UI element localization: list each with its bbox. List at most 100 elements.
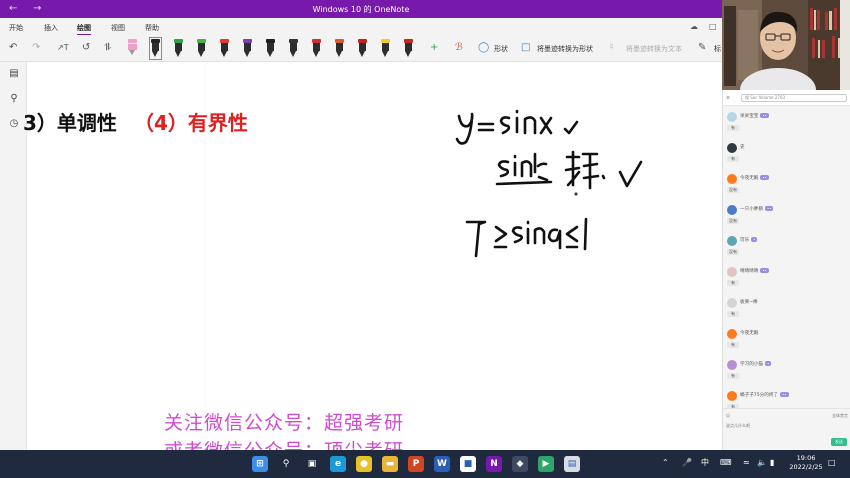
microphone-icon[interactable]: 🎤 bbox=[682, 457, 692, 469]
level-badge: •• bbox=[764, 206, 774, 211]
edge-icon[interactable]: e bbox=[330, 456, 346, 472]
chrome-icon[interactable]: ● bbox=[356, 456, 372, 472]
avatar[interactable] bbox=[727, 236, 737, 246]
search-icon[interactable]: ⚲ bbox=[8, 93, 20, 105]
screen: { "window": {"title": "Windows 10 的 OneN… bbox=[0, 0, 850, 478]
pen-swatch[interactable] bbox=[243, 39, 252, 58]
watermark-line-1: 关注微信公众号：超强考研 bbox=[164, 412, 405, 434]
app2-icon[interactable]: ▶ bbox=[538, 456, 554, 472]
lasso-icon[interactable]: ↺ bbox=[82, 42, 90, 54]
shapes-button[interactable]: 形状 bbox=[494, 44, 508, 54]
chat-message: 今夜无眠 •• 没有 bbox=[726, 172, 850, 193]
avatar[interactable] bbox=[727, 112, 737, 122]
send-button[interactable]: 发送 bbox=[831, 438, 847, 446]
pen-tip bbox=[152, 51, 158, 57]
pen-swatch[interactable] bbox=[128, 39, 137, 58]
tab-home[interactable]: 开始 bbox=[9, 23, 23, 33]
level-badge: •• bbox=[760, 113, 769, 118]
pen-body bbox=[175, 43, 182, 51]
avatar[interactable] bbox=[727, 391, 737, 401]
explorer-icon[interactable]: ▬ bbox=[382, 456, 398, 472]
pen-swatch[interactable] bbox=[381, 39, 390, 58]
avatar[interactable] bbox=[727, 205, 737, 215]
select-text-icon[interactable]: ↗T bbox=[57, 42, 69, 54]
ink-to-shape-button[interactable]: 将墨迹转换为形状 bbox=[537, 44, 593, 54]
notebooks-icon[interactable]: ▤ bbox=[8, 68, 20, 80]
chat-search-bar[interactable]: 搜 Soc Volume 2703 bbox=[741, 94, 847, 102]
shapes-icon[interactable]: ◯ bbox=[478, 42, 489, 54]
chat-message: 一只小胖鹅 •• 没有 bbox=[726, 203, 850, 224]
pen-swatch[interactable] bbox=[312, 39, 321, 58]
avatar[interactable] bbox=[727, 267, 737, 277]
tab-draw[interactable]: 绘图 bbox=[77, 23, 91, 35]
avatar[interactable] bbox=[727, 360, 737, 370]
chat-header: ☰ 搜 Soc Volume 2703 bbox=[723, 90, 850, 106]
tab-insert[interactable]: 插入 bbox=[44, 23, 58, 33]
pen-swatch[interactable] bbox=[174, 39, 183, 58]
ink-replay-icon[interactable]: ℬ bbox=[455, 42, 463, 54]
notification-icon[interactable]: □ bbox=[828, 457, 836, 469]
pen-tip bbox=[313, 51, 319, 57]
chevron-up-icon[interactable]: ⌃ bbox=[662, 457, 669, 469]
pen-body bbox=[244, 43, 251, 51]
chat-message-text: 有 bbox=[727, 373, 739, 379]
app3-icon[interactable]: ▤ bbox=[564, 456, 580, 472]
app-icon[interactable]: ◆ bbox=[512, 456, 528, 472]
chat-username: 晴晴晴晴 •• bbox=[740, 268, 769, 274]
chat-message-text: 没有 bbox=[727, 249, 739, 255]
ink-to-text-button[interactable]: 将墨迹转换为文本 bbox=[626, 44, 682, 54]
chat-input[interactable]: 说点儿什么吧 bbox=[726, 423, 750, 429]
note-canvas[interactable]: 3）单调性 （4）有界性 关注微信公众号：超强考研 bbox=[23, 62, 722, 462]
pen-swatch[interactable] bbox=[220, 39, 229, 58]
avatar[interactable] bbox=[727, 174, 737, 184]
ime-icon[interactable]: ⌨ bbox=[720, 457, 732, 469]
taskview-icon[interactable]: ▣ bbox=[304, 456, 320, 472]
tab-view[interactable]: 视图 bbox=[111, 23, 125, 33]
taskbar: ⊞ ⚲ ▣ e ● ▬ P W ■ N ◆ ▶ ▤ ⌃ 🎤 中 ⌨ ≈ 🔈 ▮ 19:06 2022/2… bbox=[0, 450, 850, 478]
start-icon[interactable]: ⊞ bbox=[252, 456, 268, 472]
redo-icon[interactable]: ↷ bbox=[32, 42, 40, 54]
wifi-icon[interactable]: ≈ bbox=[743, 457, 750, 469]
pen-swatch[interactable] bbox=[335, 39, 344, 58]
pen-swatch[interactable] bbox=[358, 39, 367, 58]
pen-tip bbox=[290, 51, 296, 57]
avatar[interactable] bbox=[727, 143, 737, 153]
powerpoint-icon[interactable]: P bbox=[408, 456, 424, 472]
chat-username: 可乐 • bbox=[740, 237, 758, 243]
whiteboard-icon[interactable]: ■ bbox=[460, 456, 476, 472]
pen-tip bbox=[221, 51, 227, 57]
pen-settings-icon[interactable]: □ bbox=[709, 22, 719, 32]
emoji-icon[interactable]: ☺ bbox=[726, 413, 730, 418]
volume-icon[interactable]: 🔈 bbox=[757, 457, 767, 469]
ink-to-shape-icon[interactable]: □ bbox=[521, 42, 530, 54]
avatar[interactable] bbox=[727, 298, 737, 308]
chat-footer: ☺ 全体禁言 说点儿什么吧 发送 bbox=[723, 408, 850, 450]
handwriting-ink bbox=[455, 109, 643, 258]
onenote-icon[interactable]: N bbox=[486, 456, 502, 472]
webcam-video bbox=[722, 0, 850, 90]
pen-swatch[interactable] bbox=[197, 39, 206, 58]
word-icon[interactable]: W bbox=[434, 456, 450, 472]
search-icon[interactable]: ⚲ bbox=[278, 456, 294, 472]
pen-swatch[interactable] bbox=[404, 39, 413, 58]
add-pen-icon[interactable]: + bbox=[430, 42, 438, 54]
tab-help[interactable]: 帮助 bbox=[145, 23, 159, 33]
avatar[interactable] bbox=[727, 329, 737, 339]
share-icon[interactable]: ☁ bbox=[690, 22, 700, 32]
add-space-icon[interactable]: ⥮ bbox=[104, 42, 111, 54]
pen-swatch[interactable] bbox=[289, 39, 298, 58]
input-language[interactable]: 中 bbox=[701, 457, 709, 469]
ruler-icon[interactable]: ✎ bbox=[698, 42, 706, 54]
battery-icon[interactable]: ▮ bbox=[770, 457, 774, 469]
system-clock[interactable]: 19:06 2022/2/25 bbox=[786, 454, 826, 472]
pen-body bbox=[359, 43, 366, 51]
pen-swatch[interactable] bbox=[149, 37, 162, 60]
chat-menu-icon[interactable]: ☰ bbox=[726, 95, 730, 100]
undo-icon[interactable]: ↶ bbox=[9, 42, 17, 54]
recent-icon[interactable]: ◷ bbox=[8, 118, 20, 130]
pen-body bbox=[152, 43, 159, 51]
pen-swatch[interactable] bbox=[266, 39, 275, 58]
mute-all-toggle[interactable]: 全体禁言 bbox=[832, 413, 848, 419]
ruler-button[interactable]: 标 bbox=[714, 44, 721, 54]
chat-message-text: 有 bbox=[727, 156, 739, 162]
